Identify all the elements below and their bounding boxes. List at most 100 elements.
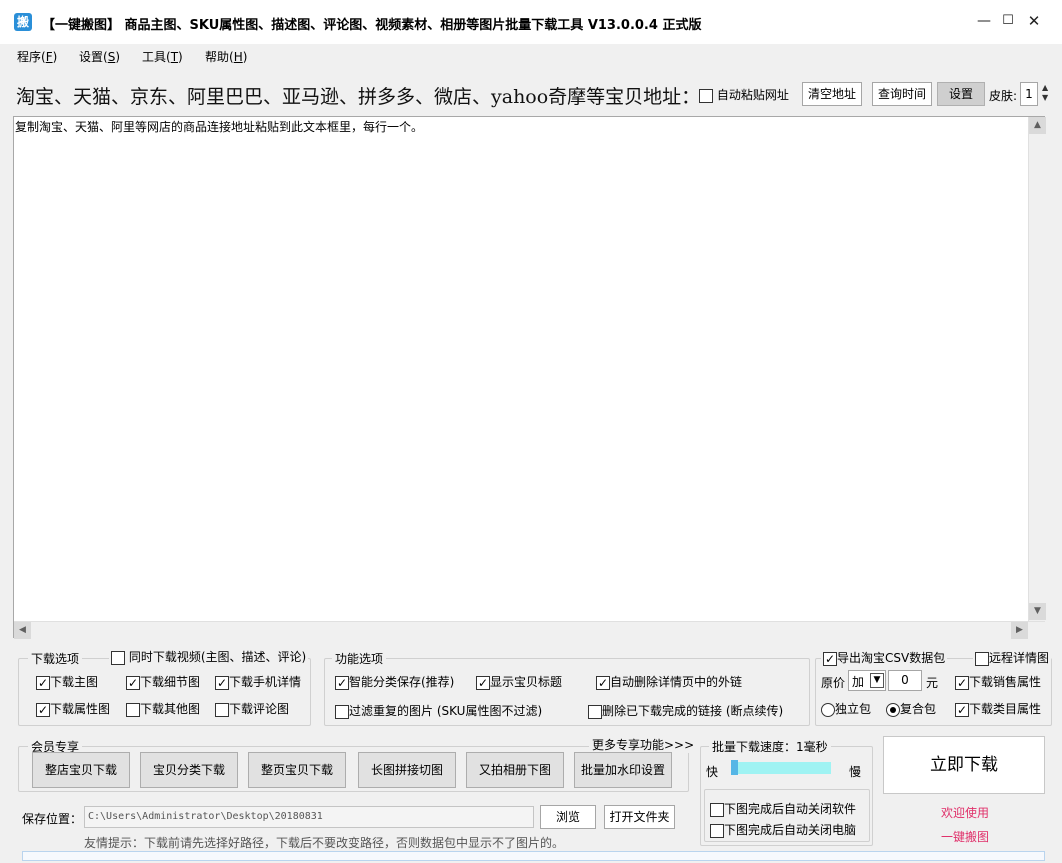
chevron-up-icon[interactable]: ▲ [1042,83,1048,93]
scroll-left-icon[interactable]: ◀ [14,622,31,639]
smart-category-checkbox[interactable]: ✓ 智能分类保存(推荐) [335,673,454,690]
delete-downloaded-links-checkbox[interactable]: 删除已下载完成的链接 (断点续传) [588,702,783,719]
price-label: 原价 [821,676,846,690]
sync-video-label: 同时下载视频(主图、描述、评论) [128,650,307,664]
show-title-checkbox[interactable]: ✓ 显示宝贝标题 [476,673,562,690]
remote-detail-checkbox[interactable]: 远程详情图 [973,649,1052,666]
price-value-input[interactable]: 0 [888,670,922,691]
remove-external-links-checkbox[interactable]: ✓ 自动删除详情页中的外链 [596,673,742,690]
checkbox-box [588,704,602,719]
checkbox-box [126,702,140,717]
youpai-album-download-button[interactable]: 又拍相册下图 [466,752,564,788]
auto-shutdown-checkbox[interactable]: 下图完成后自动关闭电脑 [710,821,856,838]
maximize-button[interactable]: ☐ [994,10,1022,34]
horizontal-scrollbar[interactable]: ◀ ▶ [14,621,1045,639]
download-mobile-detail-checkbox[interactable]: ✓ 下载手机详情 [215,673,301,690]
menu-settings[interactable]: 设置(S) [79,48,120,65]
download-mobile-detail-label: 下载手机详情 [229,675,302,689]
checkbox-box: ✓ [823,651,837,666]
speed-title: 批量下载速度：1毫秒 [709,738,831,755]
skin-spinner[interactable]: ▲ ▼ [1042,83,1048,103]
download-attr-image-label: 下载属性图 [50,702,111,716]
textarea-placeholder: 复制淘宝、天猫、阿里等网店的商品连接地址粘贴到此文本框里，每行一个。 [15,120,424,134]
checkbox-box [335,704,349,719]
speed-fast-label: 快 [706,765,719,779]
checkbox-box: ✓ [215,675,229,690]
save-location-label: 保存位置： [22,812,83,826]
auto-shutdown-label: 下图完成后自动关闭电脑 [724,823,857,837]
auto-paste-label: 自动粘贴网址 [716,88,789,102]
delete-downloaded-links-label: 删除已下载完成的链接 (断点续传) [602,704,784,718]
open-folder-button[interactable]: 打开文件夹 [604,805,675,829]
radio-circle [821,702,835,717]
scroll-right-icon[interactable]: ▶ [1011,622,1028,639]
download-attr-image-checkbox[interactable]: ✓ 下载属性图 [36,700,110,717]
batch-watermark-button[interactable]: 批量加水印设置 [574,752,672,788]
settings-button[interactable]: 设置 [937,82,985,106]
menu-tools[interactable]: 工具(T) [142,48,183,65]
export-csv-checkbox[interactable]: ✓ 导出淘宝CSV数据包 [821,649,948,666]
download-now-button[interactable]: 立即下载 [883,736,1045,794]
chevron-down-icon[interactable]: ▼ [1042,93,1048,103]
show-title-label: 显示宝贝标题 [490,675,563,689]
scroll-up-icon[interactable]: ▲ [1029,117,1046,134]
whole-shop-download-button[interactable]: 整店宝贝下载 [32,752,130,788]
vertical-scrollbar[interactable]: ▲ ▼ [1028,117,1046,621]
price-op-select[interactable]: 加 ▼ [848,670,886,691]
skin-input[interactable]: 1 [1020,82,1038,106]
combo-pkg-radio[interactable]: 复合包 [886,700,936,717]
auto-paste-checkbox[interactable]: 自动粘贴网址 [699,86,789,103]
download-main-image-checkbox[interactable]: ✓ 下载主图 [36,673,98,690]
clear-url-button[interactable]: 清空地址 [802,82,862,106]
skin-label: 皮肤: [989,89,1018,103]
url-textarea[interactable]: 复制淘宝、天猫、阿里等网店的商品连接地址粘贴到此文本框里，每行一个。 ▲ ▼ ◀… [13,116,1046,639]
download-detail-image-checkbox[interactable]: ✓ 下载细节图 [126,673,200,690]
menu-help[interactable]: 帮助(H) [205,48,247,65]
checkbox-box [111,650,125,665]
speed-slider-thumb[interactable] [731,760,738,775]
checkbox-box: ✓ [126,675,140,690]
checkbox-box: ✓ [955,675,969,690]
menu-bar: 程序(F) 设置(S) 工具(T) 帮助(H) [0,44,1062,68]
remote-detail-label: 远程详情图 [989,651,1050,665]
combo-pkg-label: 复合包 [900,702,937,716]
chevron-down-icon[interactable]: ▼ [870,673,884,688]
download-review-image-checkbox[interactable]: 下载评论图 [215,700,289,717]
download-main-image-label: 下载主图 [50,675,99,689]
scroll-down-icon[interactable]: ▼ [1029,603,1046,620]
query-time-button[interactable]: 查询时间 [872,82,932,106]
whole-page-download-button[interactable]: 整页宝贝下载 [248,752,346,788]
download-options-title: 下载选项 [28,650,83,667]
checkbox-box: ✓ [36,675,50,690]
url-section-title: 淘宝、天猫、京东、阿里巴巴、亚马逊、拼多多、微店、yahoo奇摩等宝贝地址： [16,86,701,108]
price-unit-label: 元 [926,676,939,690]
menu-program[interactable]: 程序(F) [17,48,57,65]
auto-close-app-checkbox[interactable]: 下图完成后自动关闭软件 [710,800,856,817]
speed-slow-label: 慢 [849,765,862,779]
checkbox-box [699,88,713,103]
more-features-link[interactable]: 更多专享功能>>> [589,736,698,753]
sales-attr-checkbox[interactable]: ✓ 下载销售属性 [955,673,1041,690]
sync-video-checkbox[interactable]: 同时下载视频(主图、描述、评论) [109,648,309,665]
category-download-button[interactable]: 宝贝分类下载 [140,752,238,788]
friendly-tip: 友情提示：下载前请先选择好路径，下载后不要改变路径，否则数据包中显示不了图片的。 [84,836,565,850]
checkbox-box: ✓ [955,702,969,717]
save-path-input[interactable]: C:\Users\Administrator\Desktop\20180831 [84,806,534,828]
filter-duplicate-checkbox[interactable]: 过滤重复的图片 (SKU属性图不过滤) [335,702,542,719]
welcome-line1: 欢迎使用 [941,806,990,820]
speed-slider[interactable] [731,762,831,774]
smart-category-label: 智能分类保存(推荐) [349,675,455,689]
checkbox-box: ✓ [335,675,349,690]
download-other-image-checkbox[interactable]: 下载其他图 [126,700,200,717]
remove-external-links-label: 自动删除详情页中的外链 [610,675,743,689]
category-attr-checkbox[interactable]: ✓ 下载类目属性 [955,700,1041,717]
download-review-image-label: 下载评论图 [229,702,290,716]
sales-attr-label: 下载销售属性 [969,675,1042,689]
checkbox-box: ✓ [596,675,610,690]
checkbox-box [710,802,724,817]
single-pkg-radio[interactable]: 独立包 [821,700,871,717]
title-bar: 搬 【一键搬图】 商品主图、SKU属性图、描述图、评论图、视频素材、相册等图片批… [0,0,1062,44]
close-button[interactable]: ✕ [1020,10,1048,34]
browse-button[interactable]: 浏览 [540,805,596,829]
long-image-stitch-button[interactable]: 长图拼接切图 [358,752,456,788]
